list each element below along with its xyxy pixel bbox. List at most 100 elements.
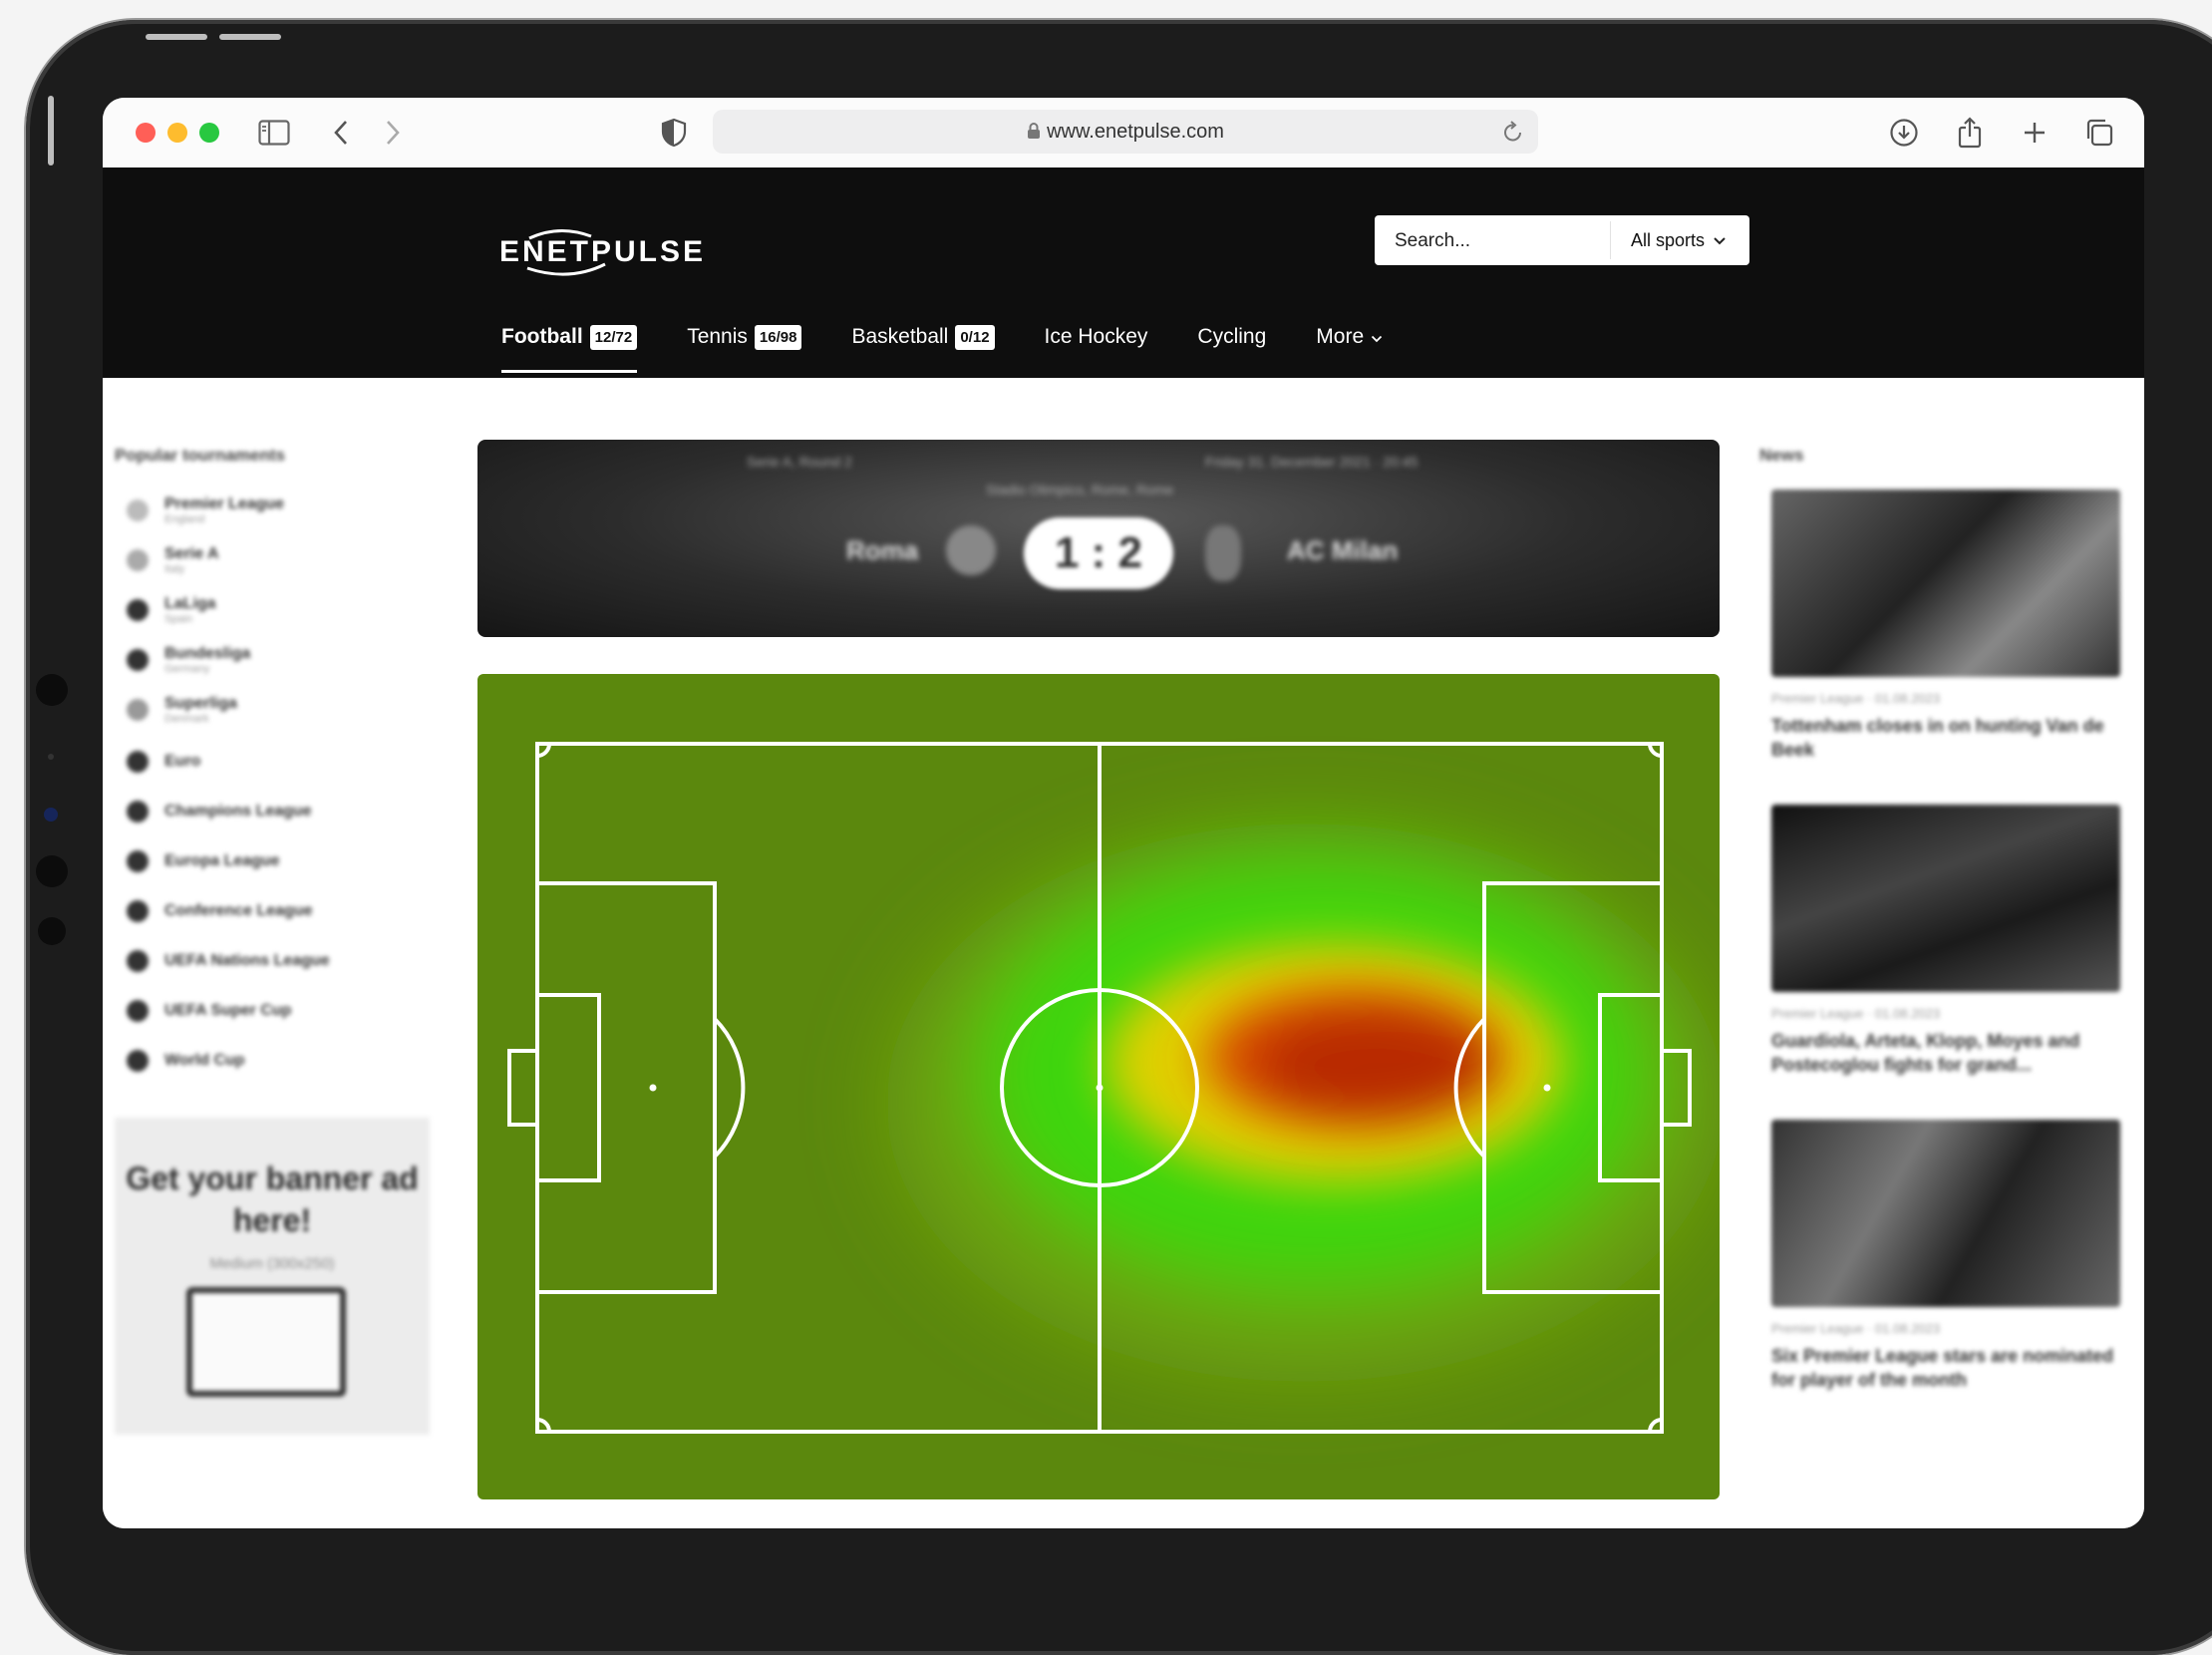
- tournament-item[interactable]: World Cup: [127, 1050, 245, 1072]
- url-text: www.enetpulse.com: [713, 121, 1538, 146]
- nav-tab-football[interactable]: Football 12/72: [501, 317, 638, 373]
- news-title: News: [1759, 446, 1804, 465]
- news-card[interactable]: Premier League · 01.08.2023 Guardiola, A…: [1771, 805, 2120, 1077]
- tournament-label: UEFA Nations League: [164, 952, 330, 969]
- news-meta: Premier League · 01.08.2023: [1771, 1006, 1941, 1021]
- site-header: ENETPULSE All sports Football 12/72 Tenn…: [103, 167, 2144, 378]
- tournament-label: Premier League: [164, 496, 285, 512]
- tournament-item[interactable]: UEFA Nations League: [127, 950, 330, 972]
- tournament-label: Serie A: [164, 545, 219, 562]
- tournament-country: Italy: [164, 563, 185, 575]
- url-label: www.enetpulse.com: [1047, 121, 1224, 143]
- banner-ad[interactable]: Get your banner ad here! Medium (300x250…: [115, 1118, 430, 1435]
- tournament-item[interactable]: Euro: [127, 751, 200, 773]
- forward-icon[interactable]: [376, 116, 410, 150]
- tournament-item[interactable]: Serie A Italy: [127, 545, 219, 575]
- tournament-item[interactable]: Bundesliga Germany: [127, 645, 250, 675]
- heatmap-svg: [507, 742, 1720, 1434]
- camera-lens: [44, 808, 58, 822]
- top-button: [219, 34, 281, 40]
- brand-wordmark: ENETPULSE: [499, 235, 706, 268]
- download-icon[interactable]: [1887, 116, 1921, 150]
- score-display: 1 : 2: [1024, 517, 1173, 589]
- news-card[interactable]: Premier League · 01.08.2023 Tottenham cl…: [1771, 490, 2120, 762]
- match-scoreboard[interactable]: Serie A, Round 2 Friday 31. December 202…: [477, 440, 1720, 637]
- sport-nav: Football 12/72 Tennis 16/98 Basketball 0…: [501, 317, 1432, 377]
- tournament-logo-icon: [127, 599, 149, 621]
- tournament-logo-icon: [127, 1050, 149, 1072]
- tournament-logo-icon: [127, 950, 149, 972]
- tournament-label: Conference League: [164, 902, 313, 919]
- close-window-button[interactable]: [136, 123, 156, 143]
- center-spot: [1096, 1084, 1104, 1092]
- live-count-badge: 16/98: [754, 324, 802, 350]
- tournament-item[interactable]: UEFA Super Cup: [127, 1000, 291, 1022]
- news-meta: Premier League · 01.08.2023: [1771, 691, 1941, 706]
- minimize-window-button[interactable]: [167, 123, 187, 143]
- tournament-logo-icon: [127, 1000, 149, 1022]
- reload-icon[interactable]: [1502, 120, 1524, 149]
- home-team-name: Roma: [846, 535, 919, 565]
- share-icon[interactable]: [1953, 116, 1987, 150]
- nav-label: Basketball: [851, 325, 949, 348]
- news-meta: Premier League · 01.08.2023: [1771, 1321, 1941, 1336]
- sensor-dot: [48, 754, 54, 760]
- nav-label: More: [1316, 325, 1365, 348]
- nav-label: Tennis: [687, 325, 748, 348]
- away-team-name: AC Milan: [1287, 535, 1399, 565]
- tournament-label: World Cup: [164, 1052, 245, 1069]
- tournament-item[interactable]: Conference League: [127, 900, 312, 922]
- privacy-shield-icon[interactable]: [657, 116, 691, 150]
- penalty-spot-right: [1543, 1084, 1551, 1092]
- chevron-down-icon: [1371, 325, 1383, 349]
- tournament-logo-icon: [127, 499, 149, 521]
- sensor-dot: [38, 917, 66, 945]
- match-datetime: Friday 31. December 2021 · 20:45: [1205, 454, 1419, 470]
- tournament-item[interactable]: Superliga Denmark: [127, 695, 237, 725]
- news-headline: Guardiola, Arteta, Klopp, Moyes and Post…: [1771, 1031, 2080, 1075]
- tournament-item[interactable]: Europa League: [127, 850, 280, 872]
- tournament-label: Champions League: [164, 803, 312, 820]
- nav-tab-basketball[interactable]: Basketball 0/12: [851, 317, 995, 357]
- address-bar[interactable]: www.enetpulse.com: [713, 110, 1538, 154]
- camera-dot: [36, 674, 68, 706]
- tab-overview-icon[interactable]: [2082, 116, 2116, 150]
- ad-title: Get your banner ad here!: [126, 1160, 419, 1238]
- zoom-window-button[interactable]: [199, 123, 219, 143]
- nav-label: Football: [501, 325, 583, 348]
- tournament-item[interactable]: Premier League England: [127, 496, 284, 525]
- browser-window: www.enetpulse.com ENETPULSE Search... Al…: [103, 98, 2144, 1528]
- tournament-label: Euro: [164, 753, 201, 770]
- tournament-logo-icon: [127, 801, 149, 823]
- tournament-label: LaLiga: [164, 595, 216, 612]
- sidebar-toggle-icon[interactable]: [257, 116, 291, 150]
- nav-label: Ice Hockey: [1044, 325, 1148, 348]
- search-input[interactable]: [1393, 215, 1616, 267]
- live-count-badge: 0/12: [955, 324, 995, 350]
- new-tab-icon[interactable]: [2018, 116, 2052, 150]
- news-card[interactable]: Premier League · 01.08.2023 Six Premier …: [1771, 1120, 2120, 1392]
- tournament-logo-icon: [127, 850, 149, 872]
- tournament-label: Europa League: [164, 852, 280, 869]
- tournament-item[interactable]: Champions League: [127, 801, 312, 823]
- tournament-country: England: [164, 513, 205, 525]
- back-icon[interactable]: [324, 116, 358, 150]
- home-team-crest-icon: [946, 525, 996, 575]
- chevron-down-icon: [1713, 230, 1727, 251]
- tournament-logo-icon: [127, 900, 149, 922]
- tournament-country: Denmark: [164, 713, 209, 725]
- news-image: [1771, 490, 2120, 677]
- enetpulse-logo[interactable]: ENETPULSE: [499, 224, 709, 284]
- tournament-logo-icon: [127, 699, 149, 721]
- laptop-illustration-icon: [186, 1287, 346, 1397]
- browser-toolbar: www.enetpulse.com: [103, 98, 2144, 168]
- nav-label: Cycling: [1197, 325, 1267, 348]
- nav-tab-tennis[interactable]: Tennis 16/98: [687, 317, 802, 357]
- nav-tab-cycling[interactable]: Cycling: [1197, 317, 1266, 357]
- tournament-label: UEFA Super Cup: [164, 1002, 292, 1019]
- nav-tab-more[interactable]: More: [1316, 317, 1383, 357]
- sport-filter-dropdown[interactable]: All sports: [1610, 221, 1746, 259]
- tournament-item[interactable]: LaLiga Spain: [127, 595, 216, 625]
- sensor-dot: [36, 855, 68, 887]
- nav-tab-ice-hockey[interactable]: Ice Hockey: [1045, 317, 1148, 357]
